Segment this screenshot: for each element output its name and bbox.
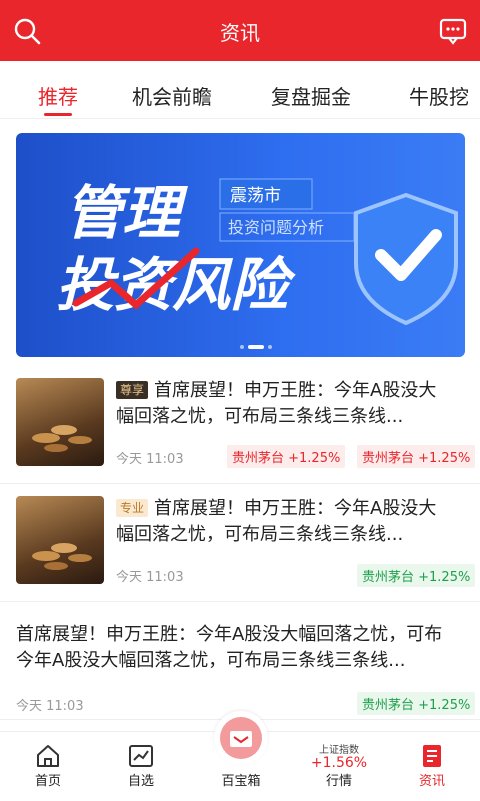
shield-check-icon (354, 192, 458, 326)
page-title: 资讯 (220, 21, 260, 45)
banner-headline-1: 管理 (64, 179, 188, 247)
news-item[interactable]: 专业 首席展望！申万王胜：今年A股没大 幅回落之忧，可布局三条线三条线... 今天 … (0, 484, 480, 602)
carousel-dots (240, 345, 272, 349)
news-icon (423, 745, 441, 767)
banner-headline-2: 投资风险 (56, 251, 296, 319)
tab-watchlist[interactable]: 自选 (93, 732, 189, 801)
tab-home[interactable]: 首页 (0, 732, 96, 801)
stock-tag[interactable]: 贵州茅台 +1.25% (357, 445, 476, 468)
tab-bull-stocks[interactable]: 牛股挖 (409, 81, 469, 110)
stock-tag[interactable]: 贵州茅台 +1.25% (227, 445, 346, 468)
chart-icon (129, 745, 153, 767)
tab-review[interactable]: 复盘掘金 (271, 81, 351, 110)
category-tabs: 推荐 机会前瞻 复盘掘金 牛股挖 (0, 61, 480, 119)
index-value: +1.56% (310, 755, 368, 771)
tab-recommend[interactable]: 推荐 (38, 81, 78, 110)
professional-badge: 专业 (116, 499, 149, 517)
news-item[interactable]: 首席展望！申万王胜：今年A股没大幅回落之忧，可布 今年A股没大幅回落之忧，可布局三… (0, 602, 480, 720)
banner-artwork: 管理 投资风险 震荡市 投资问题分析 (56, 178, 458, 326)
tab-watchlist-label: 自选 (127, 774, 154, 789)
tab-market-label: 行情 (325, 774, 352, 789)
index-name: 上证指数 (319, 745, 359, 756)
tab-opportunity[interactable]: 机会前瞻 (132, 81, 212, 110)
news-thumbnail (16, 378, 104, 466)
tab-home-label: 首页 (34, 774, 61, 789)
news-title: 专业 首席展望！申万王胜：今年A股没大 幅回落之忧，可布局三条线三条线... (116, 498, 437, 545)
banner-tag-1: 震荡市 (230, 186, 281, 206)
tab-toolbox-label: 百宝箱 (221, 774, 261, 789)
tab-market[interactable]: 上证指数 +1.56% 行情 (291, 732, 387, 801)
premium-badge: 尊享 (116, 381, 149, 399)
news-title: 首席展望！申万王胜：今年A股没大幅回落之忧，可布 今年A股没大幅回落之忧，可布局三… (16, 624, 443, 671)
promo-banner[interactable]: 管理 投资风险 震荡市 投资问题分析 (16, 133, 465, 357)
toolbox-button[interactable] (214, 711, 268, 765)
news-time: 今天 11:03 (16, 699, 84, 714)
active-tab-indicator (44, 113, 72, 116)
banner-tag-2: 投资问题分析 (228, 218, 324, 237)
top-bar: 资讯 (0, 0, 480, 61)
home-icon (37, 745, 59, 767)
news-thumbnail (16, 496, 104, 584)
news-time: 今天 11:03 (116, 570, 184, 585)
tab-news-label: 资讯 (418, 774, 445, 789)
treasure-box-icon (230, 731, 252, 747)
tab-news[interactable]: 资讯 (384, 732, 480, 801)
stock-tag[interactable]: 贵州茅台 +1.25% (357, 692, 476, 715)
message-icon[interactable] (439, 17, 467, 45)
news-time: 今天 11:03 (116, 452, 184, 467)
news-item[interactable]: 尊享 首席展望！申万王胜：今年A股没大 幅回落之忧，可布局三条线三条线... 今天 … (0, 368, 480, 484)
stock-tag[interactable]: 贵州茅台 +1.25% (357, 564, 476, 587)
news-title: 尊享 首席展望！申万王胜：今年A股没大 幅回落之忧，可布局三条线三条线... (116, 380, 437, 427)
